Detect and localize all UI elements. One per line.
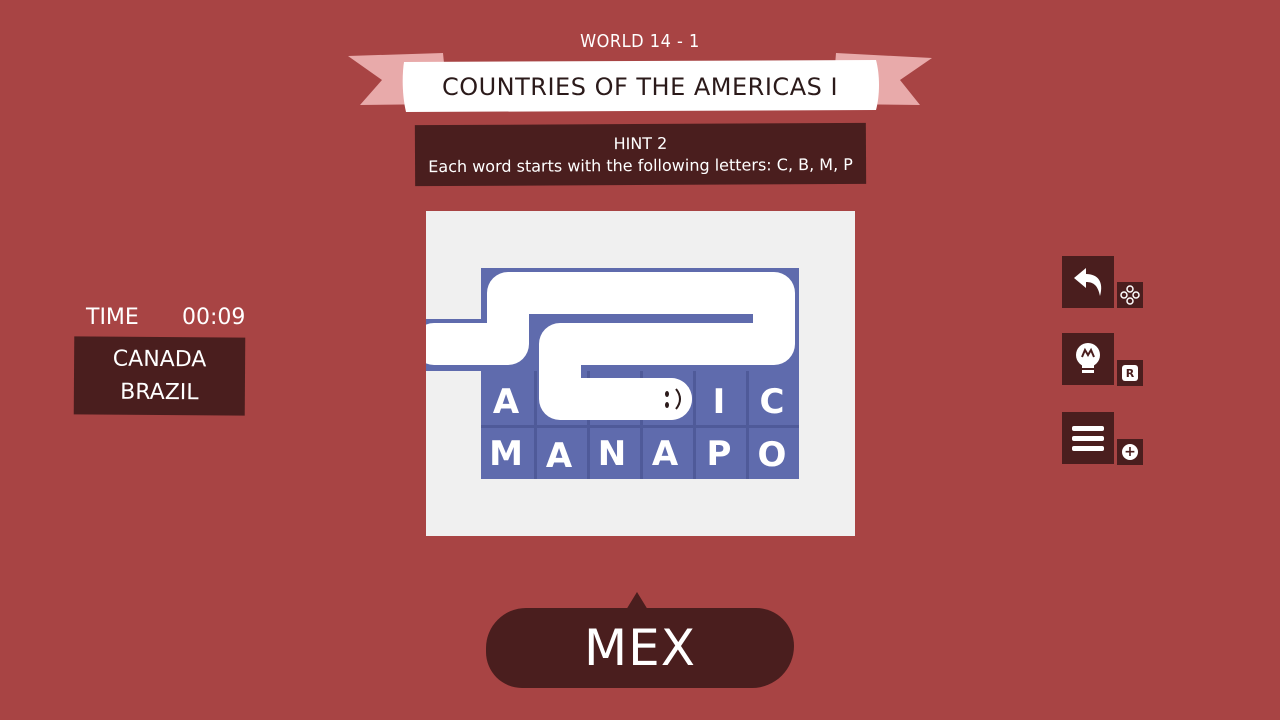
menu-button[interactable] xyxy=(1062,412,1114,464)
hint-text: Each word starts with the following lett… xyxy=(428,154,853,176)
tile-letter[interactable]: I xyxy=(697,380,741,424)
puzzle-board[interactable]: A I C M A N A P O xyxy=(426,211,855,536)
tile-letter[interactable]: M xyxy=(484,432,528,476)
menu-key-label: + xyxy=(1124,444,1136,460)
hint-key-hint: R xyxy=(1117,360,1143,386)
level-title: COUNTRIES OF THE AMERICAS I xyxy=(441,73,839,101)
tile-letter[interactable]: N xyxy=(590,432,634,476)
tile-letter[interactable]: P xyxy=(697,432,741,476)
time-value: 00:09 xyxy=(182,305,246,330)
world-label: WORLD 14 - 1 xyxy=(580,31,700,52)
current-word-bubble: MEX xyxy=(486,608,794,688)
hint-key-label: R xyxy=(1125,366,1135,380)
current-word: MEX xyxy=(584,619,696,677)
hint-box: HINT 2 Each word starts with the followi… xyxy=(414,122,867,187)
snake-head xyxy=(650,378,692,420)
gamepad-buttons-icon xyxy=(1120,285,1140,305)
found-word: BRAZIL xyxy=(120,379,199,406)
hint-title: HINT 2 xyxy=(613,133,668,153)
tile-letter[interactable]: A xyxy=(537,434,581,478)
tile-letter[interactable]: C xyxy=(750,380,794,424)
tile-letter[interactable]: A xyxy=(484,380,528,424)
lightbulb-icon xyxy=(1076,343,1100,373)
board-graphics xyxy=(426,268,799,479)
tile-letter[interactable]: O xyxy=(750,433,794,477)
time-label: TIME xyxy=(86,305,139,330)
found-words-panel: CANADA BRAZIL xyxy=(73,336,246,416)
found-word: CANADA xyxy=(112,346,207,373)
tile-letter[interactable]: A xyxy=(643,432,687,476)
menu-key-hint: + xyxy=(1117,439,1143,465)
undo-button[interactable] xyxy=(1062,256,1114,308)
hint-button[interactable] xyxy=(1062,333,1114,385)
menu-icon xyxy=(1072,426,1104,451)
undo-key-hint xyxy=(1117,282,1143,308)
undo-arrow-icon xyxy=(1074,268,1102,296)
